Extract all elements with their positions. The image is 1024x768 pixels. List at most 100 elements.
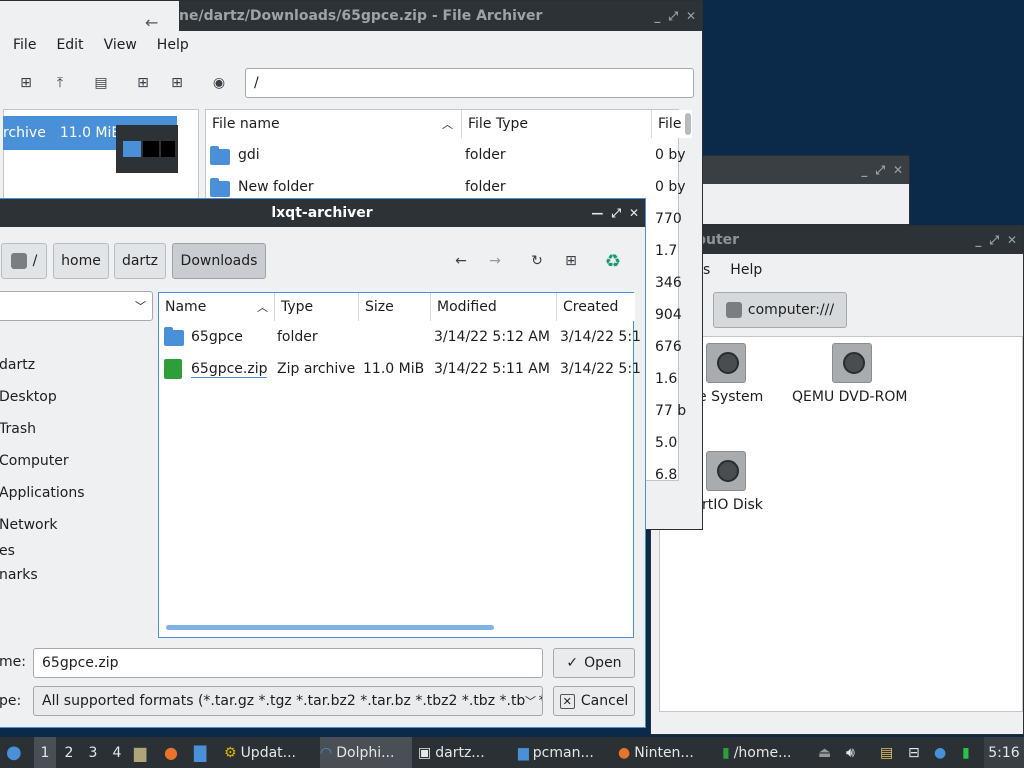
maximize-icon[interactable]: ⤢ bbox=[989, 233, 999, 248]
column-name[interactable]: Name ︿ bbox=[159, 293, 275, 321]
hard-disk-icon[interactable] bbox=[706, 451, 746, 491]
recycle-icon[interactable]: ♻ bbox=[601, 249, 625, 273]
extract-icon[interactable]: ▤ bbox=[89, 71, 113, 95]
back-icon[interactable]: ← bbox=[449, 249, 473, 273]
tray-upload-icon[interactable]: ⏏ bbox=[818, 737, 831, 768]
place-devices[interactable]: es bbox=[0, 543, 15, 559]
start-menu-icon[interactable]: ● bbox=[6, 737, 22, 768]
cancel-button[interactable]: ✕ Cancel bbox=[553, 686, 635, 716]
file-archiver-titlebar[interactable]: ne/dartz/Downloads/65gpce.zip - File Arc… bbox=[179, 1, 702, 31]
taskbar-updater[interactable]: ⚙ Updat... bbox=[224, 737, 316, 768]
workspace-1[interactable]: 1 bbox=[34, 737, 56, 768]
notification-icon[interactable]: ● bbox=[934, 737, 946, 768]
computer-window-titlebar[interactable]: puter _ ⤢ ✕ bbox=[651, 226, 1023, 254]
file-row-created: 3/14/22 5:1 bbox=[560, 329, 641, 345]
taskbar-terminal[interactable]: ▣ dartz... bbox=[418, 737, 510, 768]
breadcrumb-home[interactable]: home bbox=[53, 243, 109, 279]
add-folder-icon[interactable]: ⊞ bbox=[165, 71, 189, 95]
place-bookmarks[interactable]: narks bbox=[0, 567, 38, 583]
minimize-icon[interactable]: — bbox=[591, 206, 603, 220]
place-dartz[interactable]: dartz bbox=[0, 357, 35, 373]
archive-path-input[interactable]: / bbox=[245, 68, 694, 98]
place-applications[interactable]: Applications bbox=[0, 485, 85, 501]
firefox-launcher-icon[interactable]: ● bbox=[164, 737, 178, 768]
minimize-icon[interactable]: _ bbox=[654, 9, 660, 23]
new-archive-icon[interactable]: ⊞ bbox=[14, 71, 38, 95]
file-name-input[interactable]: 65gpce.zip bbox=[33, 648, 543, 678]
archive-row-name[interactable]: New folder bbox=[238, 179, 314, 195]
horizontal-scrollbar[interactable] bbox=[166, 625, 494, 630]
file-name-value: 65gpce.zip bbox=[42, 655, 119, 671]
column-size[interactable]: Size bbox=[359, 293, 431, 321]
menu-edit[interactable]: Edit bbox=[46, 37, 93, 53]
clock[interactable]: 5:16 bbox=[984, 737, 1024, 768]
vertical-scrollbar[interactable] bbox=[685, 113, 691, 135]
battery-icon[interactable]: ▮ bbox=[962, 737, 970, 768]
breadcrumb-dartz[interactable]: dartz bbox=[114, 243, 166, 279]
close-icon[interactable]: ✕ bbox=[629, 206, 639, 220]
place-trash[interactable]: Trash bbox=[0, 421, 36, 437]
open-button[interactable]: ✓ Open bbox=[553, 648, 635, 678]
add-files-icon[interactable]: ⊞ bbox=[131, 71, 155, 95]
computer-view[interactable]: e System QEMU DVD-ROM rtIO Disk bbox=[659, 336, 1023, 712]
close-icon[interactable]: ✕ bbox=[686, 9, 696, 23]
taskbar-firefox[interactable]: ● Ninten... bbox=[618, 737, 716, 768]
taskbar bbox=[0, 737, 1024, 768]
optical-disc-icon[interactable] bbox=[832, 343, 872, 383]
place-network[interactable]: Network bbox=[0, 517, 57, 533]
zip-archive-icon bbox=[164, 359, 182, 379]
workspace-4[interactable]: 4 bbox=[108, 737, 126, 768]
checkmark-icon: ✓ bbox=[566, 655, 579, 671]
close-icon[interactable]: ✕ bbox=[1007, 233, 1017, 247]
desktop-launcher-icon[interactable]: ▇ bbox=[194, 737, 206, 768]
column-file-type[interactable]: File Type bbox=[462, 110, 652, 138]
taskbar-archiver[interactable]: ▮ /home... bbox=[722, 737, 814, 768]
item-label[interactable]: e System bbox=[698, 389, 763, 405]
file-row-name[interactable]: 65gpce.zip bbox=[191, 361, 268, 378]
maximize-icon[interactable]: ⤢ bbox=[668, 9, 678, 24]
file-type-select[interactable]: All supported formats (*.tar.gz *.tgz *.… bbox=[33, 686, 543, 716]
menu-item-help[interactable]: Help bbox=[720, 262, 772, 278]
column-file-name[interactable]: File name ︿ bbox=[206, 110, 462, 138]
dialog-title: lxqt-archiver bbox=[271, 205, 373, 221]
location-button[interactable]: computer:/// bbox=[713, 292, 847, 328]
menu-view[interactable]: View bbox=[94, 37, 147, 53]
taskbar-dolphin[interactable]: ◠ Dolphi... bbox=[320, 737, 412, 768]
minimize-icon[interactable]: _ bbox=[975, 233, 981, 247]
archive-row-name[interactable]: gdi bbox=[238, 147, 260, 163]
upload-icon[interactable]: ⤒ bbox=[48, 71, 72, 95]
workspace-3[interactable]: 3 bbox=[84, 737, 102, 768]
forward-icon[interactable]: → bbox=[483, 249, 507, 273]
item-label[interactable]: rtIO Disk bbox=[702, 497, 763, 513]
menu-help[interactable]: Help bbox=[147, 37, 199, 53]
size-cell: 1.6 bbox=[655, 371, 678, 387]
column-type[interactable]: Type bbox=[275, 293, 359, 321]
maximize-icon[interactable]: ⤢ bbox=[611, 206, 621, 221]
breadcrumb-root[interactable]: / bbox=[1, 243, 47, 279]
menu-file[interactable]: File bbox=[3, 37, 46, 53]
workspace-2[interactable]: 2 bbox=[60, 737, 78, 768]
places-combobox[interactable]: ﹀ bbox=[0, 291, 153, 321]
clipboard-icon[interactable]: ▤ bbox=[880, 737, 893, 768]
stop-icon[interactable]: ◉ bbox=[207, 71, 231, 95]
back-arrow-icon[interactable]: ← bbox=[145, 13, 158, 32]
file-row-name[interactable]: 65gpce bbox=[191, 329, 243, 345]
breadcrumb-downloads[interactable]: Downloads bbox=[172, 243, 266, 279]
volume-icon[interactable]: 🔊︎ bbox=[846, 737, 855, 768]
network-icon[interactable]: ⊟ bbox=[908, 737, 920, 768]
hard-disk-icon[interactable] bbox=[706, 343, 746, 383]
item-label[interactable]: QEMU DVD-ROM bbox=[792, 389, 907, 405]
new-folder-icon[interactable]: ⊞ bbox=[559, 249, 583, 273]
refresh-icon[interactable]: ↻ bbox=[525, 249, 549, 273]
file-manager-launcher-icon[interactable]: ▆ bbox=[134, 737, 146, 768]
folder-icon bbox=[210, 146, 230, 165]
column-modified[interactable]: Modified bbox=[431, 293, 557, 321]
taskbar-pcmanfm[interactable]: ▆ pcman... bbox=[518, 737, 610, 768]
place-computer[interactable]: Computer bbox=[0, 453, 69, 469]
file-row-created: 3/14/22 5:1 bbox=[560, 361, 641, 377]
file-type-value: All supported formats (*.tar.gz *.tgz *.… bbox=[42, 693, 543, 709]
dialog-titlebar[interactable]: lxqt-archiver — ⤢ ✕ bbox=[0, 199, 645, 227]
column-created[interactable]: Created bbox=[557, 293, 635, 321]
dialog-file-list[interactable]: Name ︿ Type Size Modified Created 65gpce … bbox=[158, 292, 641, 638]
place-desktop[interactable]: Desktop bbox=[0, 389, 57, 405]
